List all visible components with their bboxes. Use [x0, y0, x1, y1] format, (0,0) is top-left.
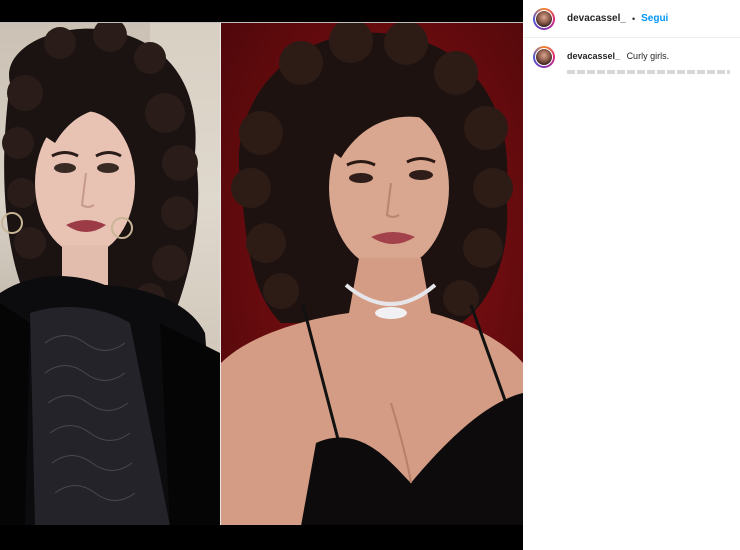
- photo-collage: [0, 22, 523, 526]
- author-username[interactable]: devacassel_: [567, 13, 626, 24]
- portrait-left-illustration: [0, 23, 220, 526]
- author-avatar[interactable]: [533, 7, 555, 30]
- caption-avatar[interactable]: [533, 46, 555, 68]
- caption-avatar-image: [535, 48, 553, 66]
- header-separator: •: [631, 13, 636, 24]
- post-sidebar: devacassel_ • Segui devacassel_ Curly gi…: [523, 0, 740, 550]
- caption-text: Curly girls.: [626, 51, 670, 61]
- post-header: devacassel_ • Segui: [523, 0, 740, 38]
- caption: devacassel_ Curly girls.: [567, 50, 669, 62]
- photo-right-woman: [220, 23, 523, 526]
- caption-username[interactable]: devacassel_: [567, 51, 620, 61]
- follow-button[interactable]: Segui: [641, 13, 668, 24]
- avatar-image: [535, 9, 553, 28]
- post-media[interactable]: [0, 0, 523, 550]
- caption-row: devacassel_ Curly girls.: [523, 38, 740, 68]
- photo-left-woman: [0, 23, 220, 526]
- media-bottom-bar: [0, 525, 523, 550]
- caption-overflow-line: [567, 70, 730, 74]
- instagram-post: devacassel_ • Segui devacassel_ Curly gi…: [0, 0, 740, 550]
- portrait-right-illustration: [220, 23, 523, 526]
